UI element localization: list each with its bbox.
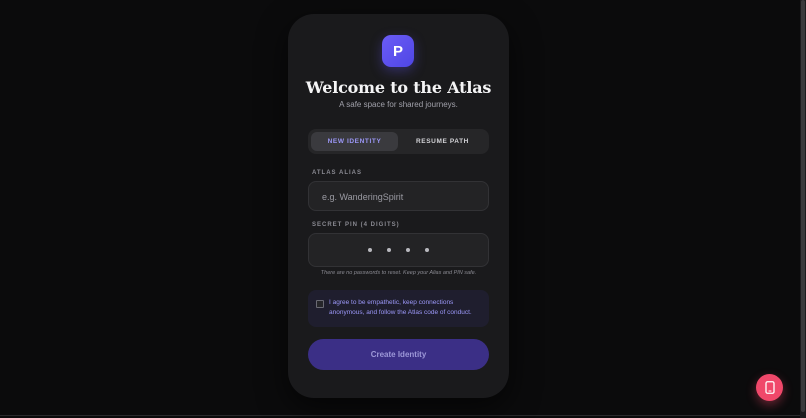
fab-button[interactable] xyxy=(756,374,783,401)
page-title: Welcome to the Atlas xyxy=(305,78,492,97)
app-logo: P xyxy=(382,35,414,67)
agreement-box[interactable]: I agree to be empathetic, keep connectio… xyxy=(308,290,489,327)
page-subtitle: A safe space for shared journeys. xyxy=(339,100,458,109)
alias-field[interactable] xyxy=(308,181,489,212)
divider xyxy=(0,415,800,416)
create-identity-button[interactable]: Create Identity xyxy=(308,339,489,370)
alias-input[interactable] xyxy=(320,182,474,212)
identity-tabs: NEW IDENTITY RESUME PATH xyxy=(308,129,489,154)
logo-letter: P xyxy=(392,42,403,60)
security-hint: There are no passwords to reset. Keep yo… xyxy=(320,270,477,276)
pin-label: SECRET PIN (4 DIGITS) xyxy=(312,222,400,228)
pin-masked-dots xyxy=(309,234,488,266)
agreement-text[interactable]: I agree to be empathetic, keep connectio… xyxy=(329,298,483,318)
agreement-checkbox[interactable] xyxy=(316,300,324,308)
pin-dot xyxy=(406,248,410,252)
phone-icon xyxy=(764,381,775,394)
pin-dot xyxy=(387,248,391,252)
pin-field[interactable] xyxy=(308,233,489,267)
welcome-card: P Welcome to the Atlas A safe space for … xyxy=(288,14,509,398)
pin-dot xyxy=(425,248,429,252)
page-scrollbar[interactable] xyxy=(800,0,806,418)
tab-resume-path[interactable]: RESUME PATH xyxy=(399,132,486,151)
pin-dot xyxy=(368,248,372,252)
tab-new-identity[interactable]: NEW IDENTITY xyxy=(311,132,398,151)
scrollbar-thumb[interactable] xyxy=(801,0,805,412)
alias-label: ATLAS ALIAS xyxy=(312,170,362,176)
